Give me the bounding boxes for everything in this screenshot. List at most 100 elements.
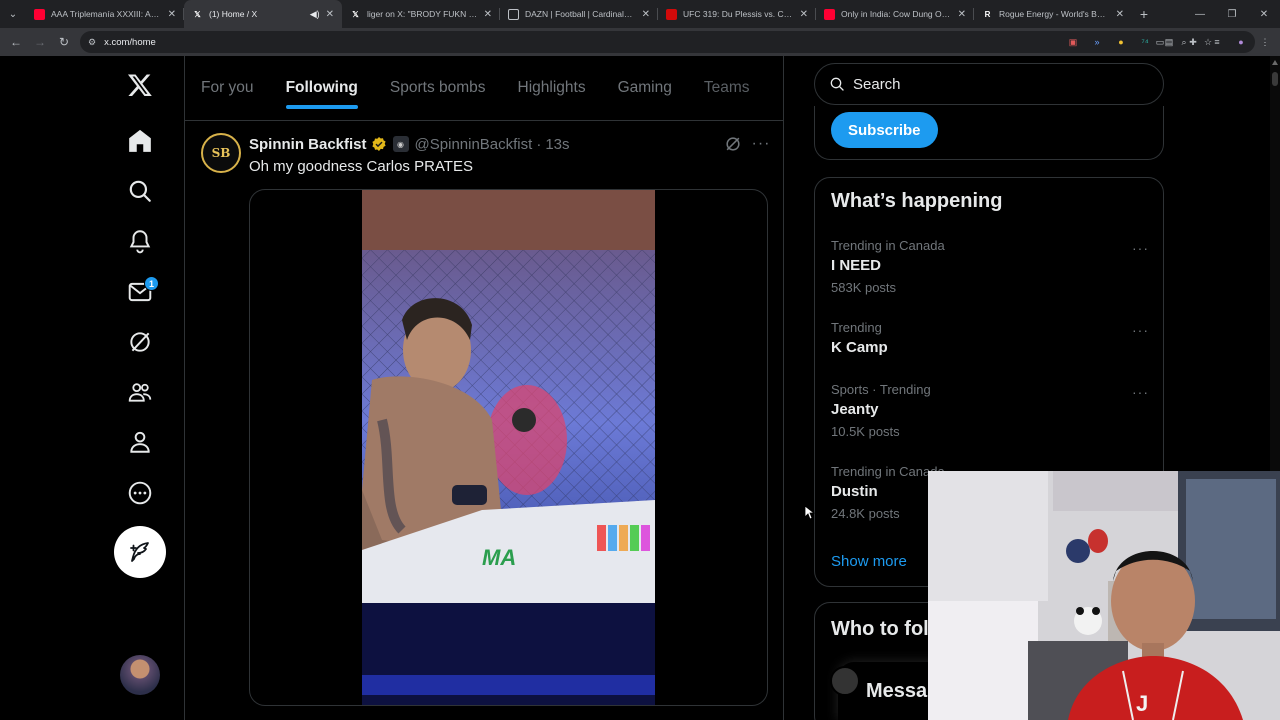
tweet-timestamp[interactable]: 13s bbox=[545, 136, 569, 153]
browser-tab[interactable]: AAA Triplemanía XXXIII: Aug. 16 ✕ bbox=[26, 0, 184, 28]
video-frame-image: MA bbox=[362, 190, 655, 705]
show-more-link[interactable]: Show more bbox=[831, 553, 907, 570]
media-control-icon[interactable]: ≡ bbox=[1210, 35, 1224, 49]
site-info-icon[interactable]: ⚙ bbox=[88, 37, 96, 48]
close-tab-icon[interactable]: ✕ bbox=[326, 9, 334, 20]
communities-icon[interactable] bbox=[114, 366, 166, 418]
close-tab-icon[interactable]: ✕ bbox=[1116, 9, 1124, 20]
close-tab-icon[interactable]: ✕ bbox=[642, 9, 650, 20]
tab-highlights[interactable]: Highlights bbox=[518, 56, 586, 121]
tweet-author-handle[interactable]: @SpinninBackfist bbox=[415, 136, 533, 153]
close-tab-icon[interactable]: ✕ bbox=[168, 9, 176, 20]
tweet-author-avatar[interactable]: SB bbox=[201, 133, 241, 173]
browser-tab[interactable]: R Rogue Energy - World's Best G... ✕ bbox=[974, 0, 1132, 28]
tweet-author-name[interactable]: Spinnin Backfist bbox=[249, 136, 367, 153]
trend-count: 583K posts bbox=[831, 280, 897, 295]
trend-more-icon[interactable]: ··· bbox=[1132, 240, 1149, 256]
tab-title: DAZN | Football | Cardinals @ ... bbox=[525, 9, 636, 19]
account-avatar[interactable] bbox=[120, 655, 160, 695]
browser-tab-active[interactable]: 𝕏 (1) Home / X ◀) ✕ bbox=[184, 0, 342, 28]
puzzle-icon[interactable]: ✚ bbox=[1186, 35, 1200, 49]
tweet-header: Spinnin Backfist ◉ @SpinninBackfist · 13… bbox=[249, 134, 570, 154]
reload-icon[interactable]: ↻ bbox=[52, 28, 76, 56]
profile-person-icon[interactable] bbox=[114, 416, 166, 468]
trend-item[interactable]: Sports · Trending Jeanty 10.5K posts ··· bbox=[831, 382, 1149, 439]
speaker-icon[interactable]: ◀) bbox=[310, 9, 320, 20]
grok-explain-icon[interactable] bbox=[723, 134, 743, 154]
close-tab-icon[interactable]: ✕ bbox=[484, 9, 492, 20]
tab-title: Only in India: Cow Dung Omelette bbox=[841, 9, 952, 19]
tweet-text: Oh my goodness Carlos PRATES bbox=[249, 158, 473, 175]
trend-more-icon[interactable]: ··· bbox=[1132, 384, 1149, 400]
explore-search-icon[interactable] bbox=[114, 165, 166, 217]
compose-post-button[interactable] bbox=[114, 526, 166, 578]
grok-icon[interactable] bbox=[114, 316, 166, 368]
premium-card: Subscribe bbox=[814, 106, 1164, 160]
extension-icon[interactable]: » bbox=[1090, 35, 1104, 49]
search-box[interactable] bbox=[814, 63, 1164, 105]
extension-icon[interactable]: ▤ bbox=[1162, 35, 1176, 49]
who-to-follow-title: Who to fol bbox=[831, 618, 929, 640]
tab-following[interactable]: Following bbox=[285, 56, 359, 121]
kebab-menu-icon[interactable]: ⋮ bbox=[1258, 35, 1272, 49]
x-logo-icon[interactable] bbox=[114, 59, 166, 111]
messages-envelope-icon[interactable]: 1 bbox=[114, 266, 166, 318]
tab-title: Rogue Energy - World's Best G... bbox=[999, 9, 1110, 19]
trend-item[interactable]: Trending K Camp ··· bbox=[831, 320, 1149, 356]
extensions-area: ▣ » ● ⁷⁴ ▤ ✚ ≡ ● ⋮ bbox=[1066, 28, 1280, 56]
subscribe-button[interactable]: Subscribe bbox=[831, 112, 938, 148]
trend-topic: Jeanty bbox=[831, 401, 879, 418]
home-icon[interactable] bbox=[114, 115, 166, 167]
feather-quill-icon bbox=[130, 542, 149, 562]
url-text[interactable]: x.com/home bbox=[104, 37, 156, 48]
tab-title: (1) Home / X bbox=[209, 9, 258, 19]
browser-tab[interactable]: 𝕏 liger on X: "BRODY FUKN SMOKE ✕ bbox=[342, 0, 500, 28]
tab-teams[interactable]: Teams bbox=[704, 56, 750, 121]
extension-icon[interactable]: ⁷⁴ bbox=[1138, 35, 1152, 49]
video-player[interactable]: MA bbox=[362, 190, 655, 705]
more-circle-icon[interactable] bbox=[114, 467, 166, 519]
trend-more-icon[interactable]: ··· bbox=[1132, 322, 1149, 338]
trend-count: 10.5K posts bbox=[831, 424, 900, 439]
feed-tabs: For you Following Sports bombs Highlight… bbox=[185, 56, 783, 121]
browser-tab[interactable]: UFC 319: Du Plessis vs. Chimaev ✕ bbox=[658, 0, 816, 28]
scrollbar-thumb[interactable] bbox=[1272, 72, 1278, 86]
browser-tab[interactable]: DAZN | Football | Cardinals @ ... ✕ bbox=[500, 0, 658, 28]
new-tab-button[interactable]: + bbox=[1132, 0, 1156, 28]
affiliate-badge-icon: ◉ bbox=[392, 136, 409, 152]
back-icon[interactable]: ← bbox=[4, 28, 28, 56]
notification-count-badge: 1 bbox=[144, 276, 159, 291]
minimize-icon[interactable]: — bbox=[1184, 0, 1216, 28]
tab-gaming[interactable]: Gaming bbox=[618, 56, 672, 121]
browser-toolbar: ← → ↻ ⚙ x.com/home ▭ ⌕ ☆ ▣ » ● ⁷⁴ ▤ ✚ ≡ … bbox=[0, 28, 1280, 56]
forward-icon[interactable]: → bbox=[28, 28, 52, 56]
messages-avatar bbox=[830, 666, 860, 696]
tab-for-you[interactable]: For you bbox=[201, 56, 254, 121]
close-tab-icon[interactable]: ✕ bbox=[958, 9, 966, 20]
webcam-overlay: J bbox=[928, 471, 1280, 720]
browser-tab[interactable]: Only in India: Cow Dung Omelette ✕ bbox=[816, 0, 974, 28]
notifications-bell-icon[interactable] bbox=[114, 215, 166, 267]
extension-icon[interactable]: ▣ bbox=[1066, 35, 1080, 49]
search-icon bbox=[830, 77, 844, 91]
youtube-icon bbox=[34, 8, 45, 20]
close-window-icon[interactable]: ✕ bbox=[1248, 0, 1280, 28]
more-options-icon[interactable]: ··· bbox=[751, 134, 771, 154]
tweet-media[interactable]: MA bbox=[249, 189, 768, 706]
profile-icon[interactable]: ● bbox=[1234, 35, 1248, 49]
restore-icon[interactable]: ❐ bbox=[1216, 0, 1248, 28]
ufc-icon bbox=[666, 8, 677, 20]
svg-text:J: J bbox=[1136, 691, 1148, 716]
tab-sports-bombs[interactable]: Sports bombs bbox=[390, 56, 486, 121]
trends-title: What’s happening bbox=[831, 190, 1003, 212]
close-tab-icon[interactable]: ✕ bbox=[800, 9, 808, 20]
trend-item[interactable]: Trending in Canada I NEED 583K posts ··· bbox=[831, 238, 1149, 295]
trend-meta: Trending in Canada bbox=[831, 238, 945, 253]
search-input[interactable] bbox=[853, 75, 1133, 93]
window-controls: — ❐ ✕ bbox=[1184, 0, 1280, 28]
document-icon bbox=[508, 8, 519, 20]
scroll-up-arrow-icon[interactable] bbox=[1272, 60, 1278, 65]
extension-icon[interactable]: ● bbox=[1114, 35, 1128, 49]
messages-drawer-label[interactable]: Messa bbox=[866, 680, 927, 703]
tab-search-button[interactable]: ⌄ bbox=[0, 0, 26, 28]
